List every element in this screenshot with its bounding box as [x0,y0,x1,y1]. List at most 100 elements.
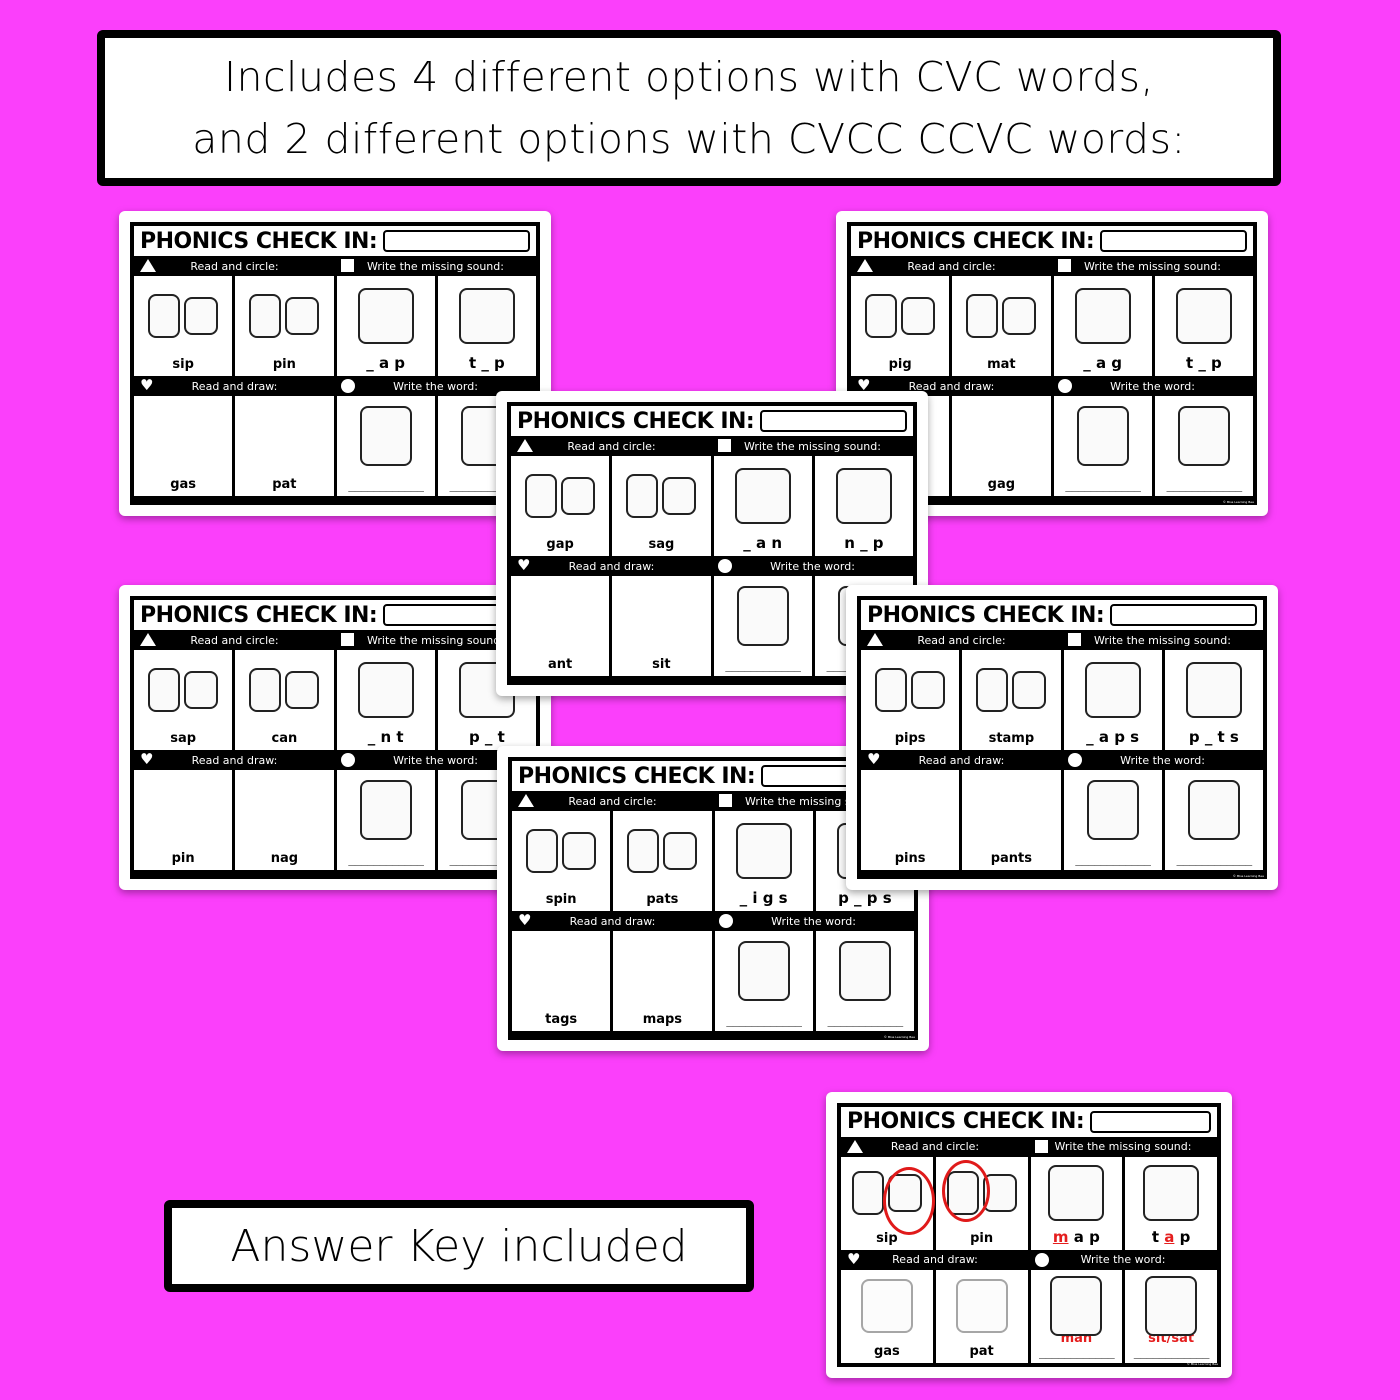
read-and-draw-cell[interactable]: pants [962,770,1061,870]
read-and-draw-cell[interactable]: nag [235,770,334,870]
letters-after: p [1179,1227,1191,1246]
read-and-circle-cell[interactable]: gap [511,456,610,556]
word-label: sag [648,537,675,552]
cells-row-bottom: pins pants ____________ ____________ [861,770,1263,870]
section-header-right: Write the word: [1029,1250,1217,1270]
read-and-draw-cell[interactable]: gas [841,1269,933,1363]
read-and-draw-cell[interactable]: gas [134,396,233,496]
read-and-circle-cell[interactable]: stamp [962,650,1061,750]
write-the-word-cell[interactable]: ____________ [1063,770,1162,870]
read-and-circle-cell[interactable]: pats [613,811,712,911]
read-and-draw-cell[interactable]: ant [511,576,610,676]
picture-option-a [976,668,1009,712]
missing-sound-cell[interactable]: p _ t s [1164,650,1263,750]
read-and-circle-cell[interactable]: mat [952,276,1051,376]
read-and-circle-cell[interactable]: sag [612,456,711,556]
name-input-box[interactable] [1100,230,1247,252]
worksheet-cvc-4: PHONICS CHECK IN: Read and circle: Write t… [119,585,551,890]
write-the-word-cell[interactable]: ____________ [1164,770,1263,870]
answer-letter: m [1052,1227,1069,1246]
blank-writing-line: ____________ [725,658,801,672]
read-and-circle-cell[interactable]: pips [861,650,960,750]
write-the-word-cell[interactable]: ____________ [815,931,914,1031]
copyright-text: © Miss Learning Bee [883,1035,915,1039]
section-header-left: Read and circle: [134,256,335,276]
read-and-circle-cell[interactable]: sip [134,276,233,376]
read-and-draw-cell[interactable]: pin [134,770,233,870]
missing-sound-cell[interactable]: _ a p [336,276,435,376]
missing-sound-cell[interactable]: t a p [1125,1156,1217,1250]
write-the-word-cell[interactable]: sit/sat ____________ [1125,1269,1217,1363]
read-and-circle-cell[interactable]: pig [851,276,950,376]
name-input-box[interactable] [1090,1110,1211,1133]
missing-sound-cell[interactable]: _ a n [713,456,812,556]
write-the-word-cell[interactable]: man ____________ [1030,1269,1123,1363]
write-the-word-cell[interactable]: ____________ [714,931,813,1031]
missing-sound-cell[interactable]: _ a g [1053,276,1152,376]
picture-group [721,817,807,885]
read-and-circle-cell[interactable]: sip [841,1156,935,1250]
read-and-draw-cell[interactable]: sit [612,576,711,676]
drawn-answer-picture [955,1279,1008,1334]
missing-sound-cell[interactable]: _ a p s [1063,650,1162,750]
write-the-word-cell[interactable]: ____________ [1053,396,1152,496]
read-and-draw-cell[interactable]: pat [235,396,334,496]
picture-group [857,282,943,350]
section-header-left: ♥ Read and draw: [511,556,712,576]
word-label: gas [873,1343,900,1359]
blank-writing-line: ____________ [1039,1344,1115,1359]
read-and-circle-cell[interactable]: pin [935,1156,1028,1250]
section-label: Read and draw: [568,559,655,573]
section-header: ♥ Read and draw: Write the word: [512,911,914,931]
missing-sound-cell[interactable]: t _ p [1154,276,1253,376]
picture-group [958,282,1044,350]
missing-sound-cell[interactable]: t _ p [437,276,536,376]
section-label: Read and circle: [568,794,657,808]
missing-sound-cell[interactable]: _ n t [336,650,435,750]
read-and-circle-cell[interactable]: sap [134,650,233,750]
section-header-left: ♥ Read and draw: [134,750,335,770]
write-the-word-cell[interactable]: ____________ [1154,396,1253,496]
section-header: ♥ Read and draw: Write the word: [841,1250,1217,1270]
missing-sound-answer: m a p [1053,1228,1100,1246]
read-and-circle-cell[interactable]: spin [512,811,611,911]
word-label: pat [969,1343,994,1359]
picture-group [1131,1276,1211,1337]
section-label: Write the missing sound: [744,439,881,453]
copyright-text: © Miss Learning Bee [1232,874,1264,878]
name-input-box[interactable] [1110,604,1257,626]
picture-prompt [1187,780,1240,840]
read-and-draw-cell[interactable]: pins [861,770,960,870]
picture-prompt [458,288,515,344]
picture-group [343,776,429,844]
picture-group [720,582,806,650]
read-and-draw-cell[interactable]: gag [952,396,1051,496]
picture-prompt [357,662,414,718]
missing-sound-word: n _ p [844,534,884,552]
blank-writing-line: ____________ [348,852,424,866]
picture-group [343,282,429,350]
answer-key-banner: Answer Key included [164,1200,754,1292]
missing-sound-cell[interactable]: _ i g s [714,811,813,911]
write-the-word-cell[interactable]: ____________ [713,576,812,676]
read-and-circle-cell[interactable]: pin [235,276,334,376]
section-header-left: ♥ Read and draw: [841,1250,1029,1270]
read-and-circle-cell[interactable]: can [235,650,334,750]
sheet-title: PHONICS CHECK IN: [867,602,1105,628]
read-and-draw-cell[interactable]: maps [613,931,712,1031]
missing-sound-cell[interactable]: n _ p [814,456,913,556]
picture-group [1037,1163,1117,1224]
read-and-draw-cell[interactable]: pat [935,1269,1028,1363]
picture-prompt [357,288,414,344]
name-input-box[interactable] [760,410,907,432]
write-the-word-cell[interactable]: ____________ [336,396,435,496]
picture-group [619,817,705,885]
name-input-box[interactable] [383,230,530,252]
missing-sound-cell[interactable]: m a p [1030,1156,1123,1250]
section-header-left: ♥ Read and draw: [861,750,1062,770]
picture-option-b [561,477,596,515]
picture-prompt [359,406,412,466]
picture-prompt [1076,406,1129,466]
write-the-word-cell[interactable]: ____________ [336,770,435,870]
read-and-draw-cell[interactable]: tags [512,931,611,1031]
